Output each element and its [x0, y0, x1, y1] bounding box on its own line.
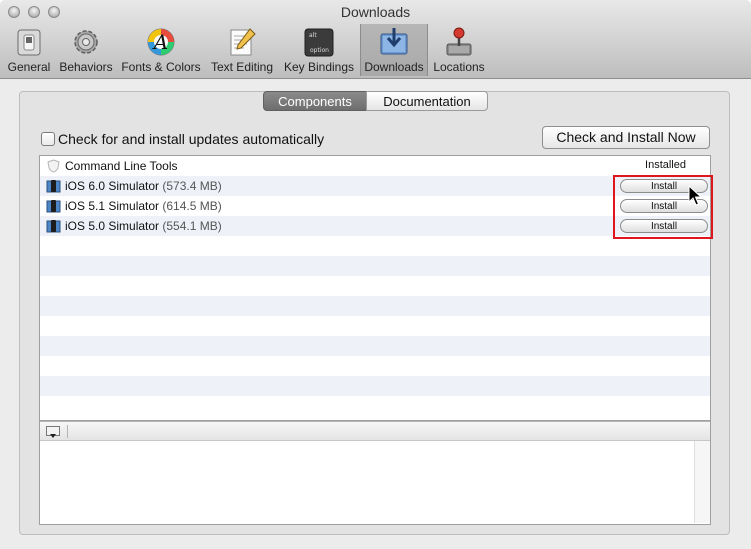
toolbar-general[interactable]: General	[4, 24, 54, 76]
tab-components[interactable]: Components	[263, 91, 367, 111]
toolbar-label: Key Bindings	[283, 60, 355, 74]
toolbar-label: General	[7, 60, 51, 74]
svg-text:A: A	[152, 30, 168, 54]
toolbar-label: Text Editing	[210, 60, 274, 74]
list-row-empty	[40, 256, 710, 276]
list-item[interactable]: iOS 5.0 Simulator (554.1 MB) Install	[40, 216, 710, 236]
component-size: (614.5 MB)	[162, 199, 222, 213]
list-row-empty	[40, 296, 710, 316]
pencil-paper-icon	[230, 28, 256, 56]
option-key-icon: alt option	[304, 28, 334, 57]
list-row-empty	[40, 376, 710, 396]
components-list: Command Line Tools Installed iOS 6.0 Sim…	[39, 155, 711, 421]
auto-update-checkbox[interactable]	[41, 132, 55, 146]
list-row-empty	[40, 336, 710, 356]
joystick-icon	[446, 27, 472, 56]
component-name: iOS 5.0 Simulator (554.1 MB)	[65, 219, 222, 233]
component-name: iOS 5.1 Simulator (614.5 MB)	[65, 199, 222, 213]
component-name: iOS 6.0 Simulator (573.4 MB)	[65, 179, 222, 193]
toolbar-label: Behaviors	[59, 60, 113, 74]
list-row-empty	[40, 236, 710, 256]
color-wheel-icon: A	[147, 28, 175, 56]
toolbar-label: Locations	[433, 60, 485, 74]
details-toolbar	[40, 421, 710, 441]
svg-text:option: option	[310, 47, 329, 54]
installed-status: Installed	[645, 159, 686, 171]
download-icon	[380, 28, 408, 55]
list-item[interactable]: Command Line Tools Installed	[40, 156, 710, 176]
list-item[interactable]: iOS 5.1 Simulator (614.5 MB) Install	[40, 196, 710, 216]
toolbar-locations[interactable]: Locations	[430, 24, 488, 76]
toolbar-label: Downloads	[364, 60, 424, 74]
simulator-icon	[46, 180, 61, 193]
details-pane	[39, 421, 711, 525]
list-row-empty	[40, 316, 710, 336]
toolbar-fonts-colors[interactable]: A Fonts & Colors	[118, 24, 204, 76]
tab-documentation[interactable]: Documentation	[366, 91, 488, 111]
list-row-empty	[40, 276, 710, 296]
component-name: Command Line Tools	[65, 159, 178, 173]
check-and-install-now-button[interactable]: Check and Install Now	[542, 126, 710, 149]
title-toolbar: Downloads General Behaviors A Fonts & Co…	[0, 0, 751, 79]
shield-icon	[47, 159, 60, 173]
toolbar-text-editing[interactable]: Text Editing	[207, 24, 277, 76]
gear-icon	[74, 30, 98, 54]
switch-icon	[17, 29, 41, 56]
list-row-empty	[40, 356, 710, 376]
triangle-down-icon	[50, 434, 56, 438]
component-size: (554.1 MB)	[162, 219, 222, 233]
details-scrollbar[interactable]	[694, 441, 710, 523]
svg-text:alt: alt	[309, 32, 317, 39]
simulator-icon	[46, 220, 61, 233]
mouse-cursor-icon	[688, 185, 702, 206]
simulator-icon	[46, 200, 61, 213]
list-row-empty	[40, 396, 710, 416]
preferences-window: Downloads General Behaviors A Fonts & Co…	[0, 0, 751, 549]
toolbar-divider	[67, 425, 68, 438]
disclosure-toggle[interactable]	[46, 426, 60, 438]
toolbar-label: Fonts & Colors	[121, 60, 201, 74]
component-size: (573.4 MB)	[162, 179, 222, 193]
toolbar-behaviors[interactable]: Behaviors	[57, 24, 115, 76]
auto-update-label: Check for and install updates automatica…	[58, 131, 325, 147]
window-title: Downloads	[340, 4, 411, 20]
toolbar-key-bindings[interactable]: alt option Key Bindings	[281, 24, 357, 76]
list-item[interactable]: iOS 6.0 Simulator (573.4 MB) Install	[40, 176, 710, 196]
toolbar-downloads[interactable]: Downloads	[360, 24, 428, 76]
